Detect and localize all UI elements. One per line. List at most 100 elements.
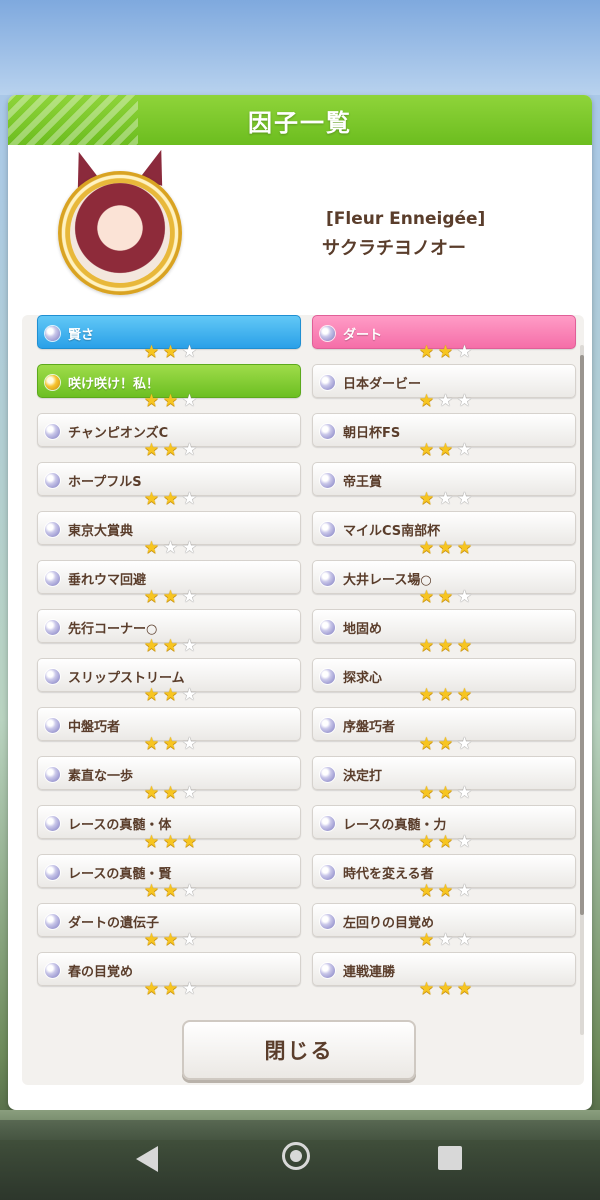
- orb-icon: [320, 375, 335, 390]
- factor-stars: ★ ★ ★: [417, 589, 474, 606]
- factor-name: ダートの遺伝子: [68, 916, 160, 931]
- star-icon: ★: [437, 440, 454, 460]
- factor-stars: ★ ★ ★: [142, 687, 199, 704]
- factor-item[interactable]: 連戦連勝 ★ ★ ★: [312, 952, 578, 1001]
- android-nav-bar: [0, 1120, 600, 1200]
- star-icon: ★: [418, 391, 435, 411]
- orb-icon: [45, 669, 60, 684]
- factor-item[interactable]: 垂れウマ回避 ★ ★ ★: [37, 560, 303, 609]
- star-icon: ★: [456, 538, 473, 558]
- factor-item[interactable]: ダートの遺伝子 ★ ★ ★: [37, 903, 303, 952]
- orb-icon: [45, 473, 60, 488]
- home-icon[interactable]: [282, 1142, 310, 1170]
- factor-name: レースの真髄・力: [343, 818, 447, 833]
- factor-item[interactable]: 序盤巧者 ★ ★ ★: [312, 707, 578, 756]
- orb-icon: [45, 326, 60, 341]
- factor-item[interactable]: 帝王賞 ★ ★ ★: [312, 462, 578, 511]
- factor-column-right: ダート ★ ★ ★ 日本ダービー ★ ★ ★ 朝日杯FS ★ ★ ★ 帝王賞 ★ ★ ★ マイルCS南部杯 ★ ★ ★…: [312, 315, 578, 1001]
- factor-item[interactable]: 探求心 ★ ★ ★: [312, 658, 578, 707]
- factor-item[interactable]: 決定打 ★ ★ ★: [312, 756, 578, 805]
- factor-name: チャンピオンズC: [68, 426, 169, 441]
- scrollbar-thumb[interactable]: [580, 355, 584, 915]
- factor-item[interactable]: 中盤巧者 ★ ★ ★: [37, 707, 303, 756]
- factor-item[interactable]: チャンピオンズC ★ ★ ★: [37, 413, 303, 462]
- factor-item[interactable]: 東京大賞典 ★ ★ ★: [37, 511, 303, 560]
- star-icon: ★: [437, 391, 454, 411]
- star-icon: ★: [418, 734, 435, 754]
- recent-apps-icon[interactable]: [438, 1146, 462, 1170]
- factor-item[interactable]: マイルCS南部杯 ★ ★ ★: [312, 511, 578, 560]
- orb-icon: [320, 620, 335, 635]
- star-icon: ★: [456, 489, 473, 509]
- factor-stars: ★ ★ ★: [417, 736, 474, 753]
- star-icon: ★: [143, 881, 160, 901]
- factor-item[interactable]: スリップストリーム ★ ★ ★: [37, 658, 303, 707]
- orb-icon: [320, 669, 335, 684]
- factor-name: 地固め: [343, 622, 383, 637]
- star-icon: ★: [162, 832, 179, 852]
- factor-item[interactable]: 日本ダービー ★ ★ ★: [312, 364, 578, 413]
- back-icon[interactable]: [136, 1146, 158, 1172]
- star-icon: ★: [456, 636, 473, 656]
- orb-icon: [320, 767, 335, 782]
- close-button-label: 閉じる: [264, 1039, 334, 1063]
- star-icon: ★: [456, 734, 473, 754]
- factor-name: スリップストリーム: [68, 671, 185, 686]
- factor-item[interactable]: 賢さ ★ ★ ★: [37, 315, 303, 364]
- orb-icon: [45, 424, 60, 439]
- factor-stars: ★ ★ ★: [142, 834, 199, 851]
- star-icon: ★: [181, 930, 198, 950]
- factor-item[interactable]: 朝日杯FS ★ ★ ★: [312, 413, 578, 462]
- factor-item[interactable]: レースの真髄・賢 ★ ★ ★: [37, 854, 303, 903]
- star-icon: ★: [143, 685, 160, 705]
- factor-item[interactable]: 春の目覚め ★ ★ ★: [37, 952, 303, 1001]
- close-button[interactable]: 閉じる: [182, 1020, 416, 1080]
- star-icon: ★: [418, 587, 435, 607]
- star-icon: ★: [162, 685, 179, 705]
- star-icon: ★: [143, 391, 160, 411]
- star-icon: ★: [456, 391, 473, 411]
- factor-stars: ★ ★ ★: [142, 736, 199, 753]
- factor-item[interactable]: 時代を変える者 ★ ★ ★: [312, 854, 578, 903]
- factor-stars: ★ ★ ★: [142, 932, 199, 949]
- factor-item[interactable]: 大井レース場○ ★ ★ ★: [312, 560, 578, 609]
- factor-name: レースの真髄・体: [68, 818, 172, 833]
- star-icon: ★: [418, 685, 435, 705]
- orb-icon: [45, 620, 60, 635]
- factor-list[interactable]: 賢さ ★ ★ ★ 咲け咲け！私！ ★ ★ ★ チャンピオンズC ★ ★ ★ ホープフルS ★ ★ ★ 東京大賞典…: [22, 315, 584, 1085]
- factor-stars: ★ ★ ★: [142, 981, 199, 998]
- star-icon: ★: [181, 489, 198, 509]
- dialog-title: 因子一覧: [248, 108, 352, 137]
- star-icon: ★: [418, 489, 435, 509]
- star-icon: ★: [456, 881, 473, 901]
- factor-item[interactable]: 先行コーナー○ ★ ★ ★: [37, 609, 303, 658]
- orb-icon: [320, 326, 335, 341]
- star-icon: ★: [162, 783, 179, 803]
- orb-icon: [320, 522, 335, 537]
- star-icon: ★: [437, 832, 454, 852]
- star-icon: ★: [181, 538, 198, 558]
- star-icon: ★: [418, 783, 435, 803]
- star-icon: ★: [162, 440, 179, 460]
- factor-name: 素直な一歩: [68, 769, 134, 784]
- orb-icon: [45, 914, 60, 929]
- factor-item[interactable]: 左回りの目覚め ★ ★ ★: [312, 903, 578, 952]
- factor-stars: ★ ★ ★: [417, 883, 474, 900]
- factor-item[interactable]: 素直な一歩 ★ ★ ★: [37, 756, 303, 805]
- factor-item[interactable]: 地固め ★ ★ ★: [312, 609, 578, 658]
- star-icon: ★: [456, 440, 473, 460]
- star-icon: ★: [162, 538, 179, 558]
- factor-item[interactable]: レースの真髄・力 ★ ★ ★: [312, 805, 578, 854]
- factor-item[interactable]: ホープフルS ★ ★ ★: [37, 462, 303, 511]
- factor-item[interactable]: 咲け咲け！私！ ★ ★ ★: [37, 364, 303, 413]
- factor-name: 連戦連勝: [343, 965, 396, 980]
- star-icon: ★: [143, 636, 160, 656]
- factor-name: レースの真髄・賢: [68, 867, 172, 882]
- factor-item[interactable]: レースの真髄・体 ★ ★ ★: [37, 805, 303, 854]
- star-icon: ★: [143, 342, 160, 362]
- star-icon: ★: [162, 734, 179, 754]
- factor-stars: ★ ★ ★: [417, 491, 474, 508]
- star-icon: ★: [181, 440, 198, 460]
- factor-item[interactable]: ダート ★ ★ ★: [312, 315, 578, 364]
- orb-icon: [45, 816, 60, 831]
